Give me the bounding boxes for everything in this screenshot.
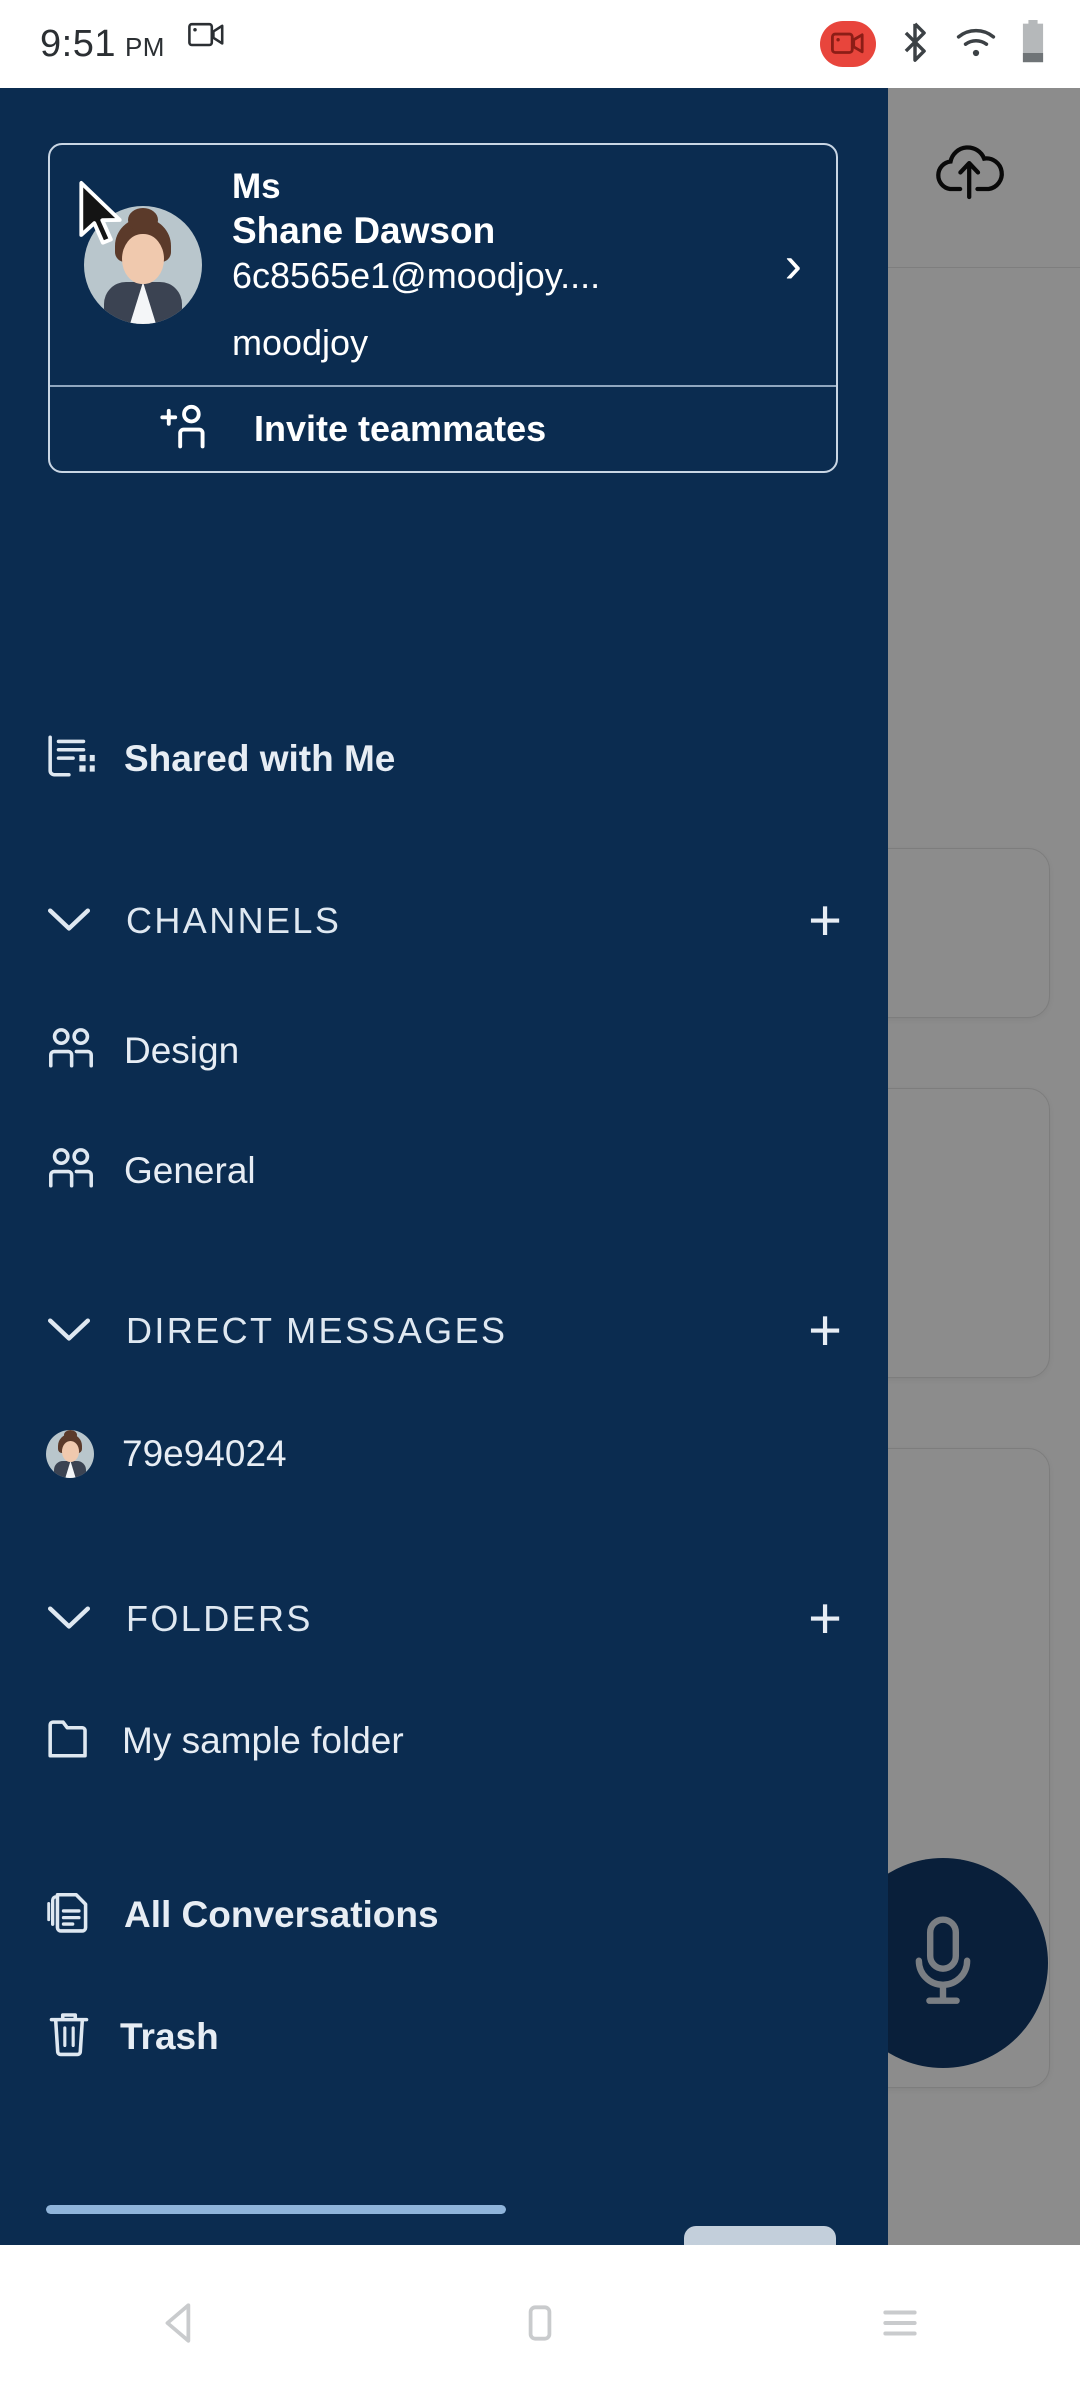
invite-teammates-button[interactable]: Invite teammates (50, 387, 836, 471)
section-title: FOLDERS (126, 1598, 313, 1639)
chevron-down-icon[interactable] (46, 905, 92, 938)
section-header-direct-messages[interactable]: DIRECT MESSAGES + (46, 1301, 842, 1359)
sidebar-item-design[interactable]: Design (46, 1026, 239, 1075)
profile-salutation: Ms (232, 167, 281, 207)
profile-row[interactable]: Ms Shane Dawson 6c8565e1@moodjoy.... moo… (50, 145, 836, 387)
group-icon (46, 1146, 96, 1195)
add-person-icon (158, 400, 214, 459)
plus-icon[interactable]: + (808, 1589, 842, 1647)
android-nav-bar (0, 2245, 1080, 2400)
sidebar-item-my-sample-folder[interactable]: My sample folder (46, 1716, 404, 1765)
sidebar-item-label: General (124, 1149, 256, 1191)
phone-screen: 9:51 PM Ms Shane Dawson 6c8565e1@moodjoy… (0, 0, 1080, 2400)
status-bar: 9:51 PM (0, 0, 1080, 88)
recents-icon[interactable] (720, 2300, 1080, 2346)
section-title: DIRECT MESSAGES (126, 1310, 508, 1351)
usage-progress-fill (46, 2205, 506, 2214)
trash-icon (46, 2010, 92, 2063)
usage-progress-bar (46, 2205, 506, 2214)
back-icon[interactable] (0, 2300, 360, 2346)
mouse-cursor (78, 180, 126, 253)
chevron-right-icon[interactable]: › (785, 235, 836, 295)
sidebar-item-label: Trash (120, 2015, 219, 2057)
screen-record-icon (820, 21, 876, 67)
wifi-icon (954, 25, 998, 64)
sidebar-item-general[interactable]: General (46, 1146, 256, 1195)
profile-organization: moodjoy (232, 321, 369, 363)
screen-cast-icon (187, 21, 227, 58)
sidebar-item-shared-with-me[interactable]: Shared with Me (46, 733, 395, 784)
user-avatar (46, 1430, 94, 1478)
chevron-down-icon[interactable] (46, 1315, 92, 1348)
sidebar-item-label: 79e94024 (122, 1433, 287, 1474)
section-header-channels[interactable]: CHANNELS + (46, 891, 842, 949)
sidebar-item-label: Design (124, 1029, 240, 1071)
section-title: CHANNELS (126, 900, 342, 941)
sidebar-item-label: All Conversations (124, 1893, 439, 1935)
sidebar-item-label: My sample folder (122, 1719, 404, 1761)
bluetooth-icon (898, 22, 932, 67)
home-icon[interactable] (360, 2300, 720, 2346)
status-bar-left: 9:51 PM (40, 21, 227, 66)
plus-icon[interactable]: + (808, 891, 842, 949)
chevron-down-icon[interactable] (46, 1603, 92, 1636)
invite-teammates-label: Invite teammates (254, 408, 547, 449)
sidebar-item-label: Shared with Me (124, 737, 396, 779)
conversations-icon (46, 1888, 96, 1941)
section-header-folders[interactable]: FOLDERS + (46, 1589, 842, 1647)
status-bar-right (820, 19, 1046, 69)
status-ampm: PM (124, 31, 165, 62)
folder-icon (46, 1716, 94, 1765)
plus-icon[interactable]: + (808, 1301, 842, 1359)
profile-name: Shane Dawson (232, 209, 496, 251)
group-icon (46, 1026, 96, 1075)
profile-email: 6c8565e1@moodjoy.... (232, 254, 601, 296)
profile-card: Ms Shane Dawson 6c8565e1@moodjoy.... moo… (48, 143, 838, 473)
pro-plan-button[interactable]: Pro (684, 2226, 836, 2245)
shared-list-icon (46, 733, 96, 784)
navigation-drawer: Ms Shane Dawson 6c8565e1@moodjoy.... moo… (0, 88, 888, 2245)
sidebar-item-all-conversations[interactable]: All Conversations (46, 1888, 439, 1941)
battery-icon (1020, 19, 1046, 69)
sidebar-item-trash[interactable]: Trash (46, 2010, 219, 2063)
profile-text: Ms Shane Dawson 6c8565e1@moodjoy.... moo… (232, 166, 785, 363)
status-time: 9:51 (40, 22, 116, 65)
sidebar-item-dm-79e94024[interactable]: 79e94024 (46, 1430, 287, 1478)
